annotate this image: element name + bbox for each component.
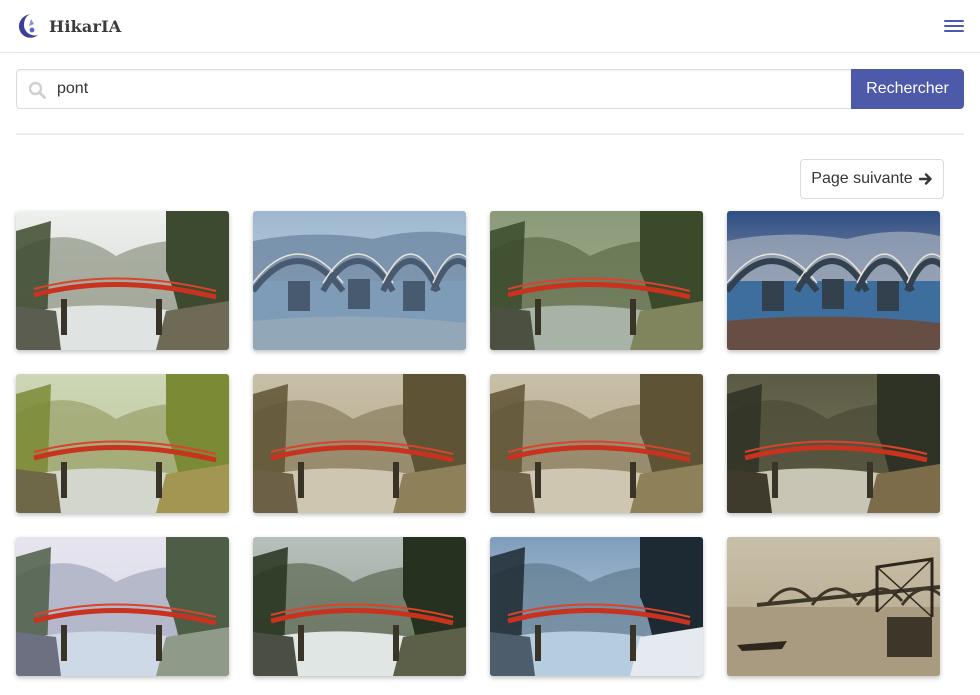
search-bar: Rechercher [16, 69, 964, 109]
bridge-photo [490, 211, 703, 350]
result-thumbnail[interactable] [16, 537, 229, 676]
bridge-photo [16, 374, 229, 513]
result-thumbnail[interactable] [16, 374, 229, 513]
bridge-photo [253, 537, 466, 676]
brand[interactable]: HikarIA [16, 13, 121, 40]
search-input[interactable] [57, 70, 837, 108]
app-title: HikarIA [49, 17, 122, 36]
navbar: HikarIA [0, 0, 980, 53]
result-thumbnail[interactable] [727, 211, 940, 350]
result-thumbnail[interactable] [490, 374, 703, 513]
divider [16, 133, 964, 135]
bridge-photo [727, 374, 940, 513]
result-thumbnail[interactable] [490, 211, 703, 350]
bridge-photo [253, 211, 466, 350]
search-icon [28, 81, 46, 99]
result-thumbnail[interactable] [253, 211, 466, 350]
bridge-photo [16, 537, 229, 676]
result-thumbnail[interactable] [727, 374, 940, 513]
result-thumbnail[interactable] [253, 537, 466, 676]
bridge-photo [16, 211, 229, 350]
result-thumbnail[interactable] [490, 537, 703, 676]
next-page-button[interactable]: Page suivante [800, 159, 944, 199]
next-page-label: Page suivante [811, 170, 913, 187]
bridge-photo [490, 374, 703, 513]
result-thumbnail[interactable] [16, 211, 229, 350]
bridge-photo [727, 537, 940, 676]
crescent-moon-logo [19, 14, 38, 38]
result-thumbnail[interactable] [253, 374, 466, 513]
result-thumbnail[interactable] [727, 537, 940, 676]
bridge-photo [490, 537, 703, 676]
arrow-right-icon [918, 173, 932, 185]
hamburger-menu-icon[interactable] [944, 18, 964, 34]
search-button[interactable]: Rechercher [851, 69, 964, 109]
search-field [16, 69, 851, 109]
bridge-photo [253, 374, 466, 513]
bridge-photo [727, 211, 940, 350]
